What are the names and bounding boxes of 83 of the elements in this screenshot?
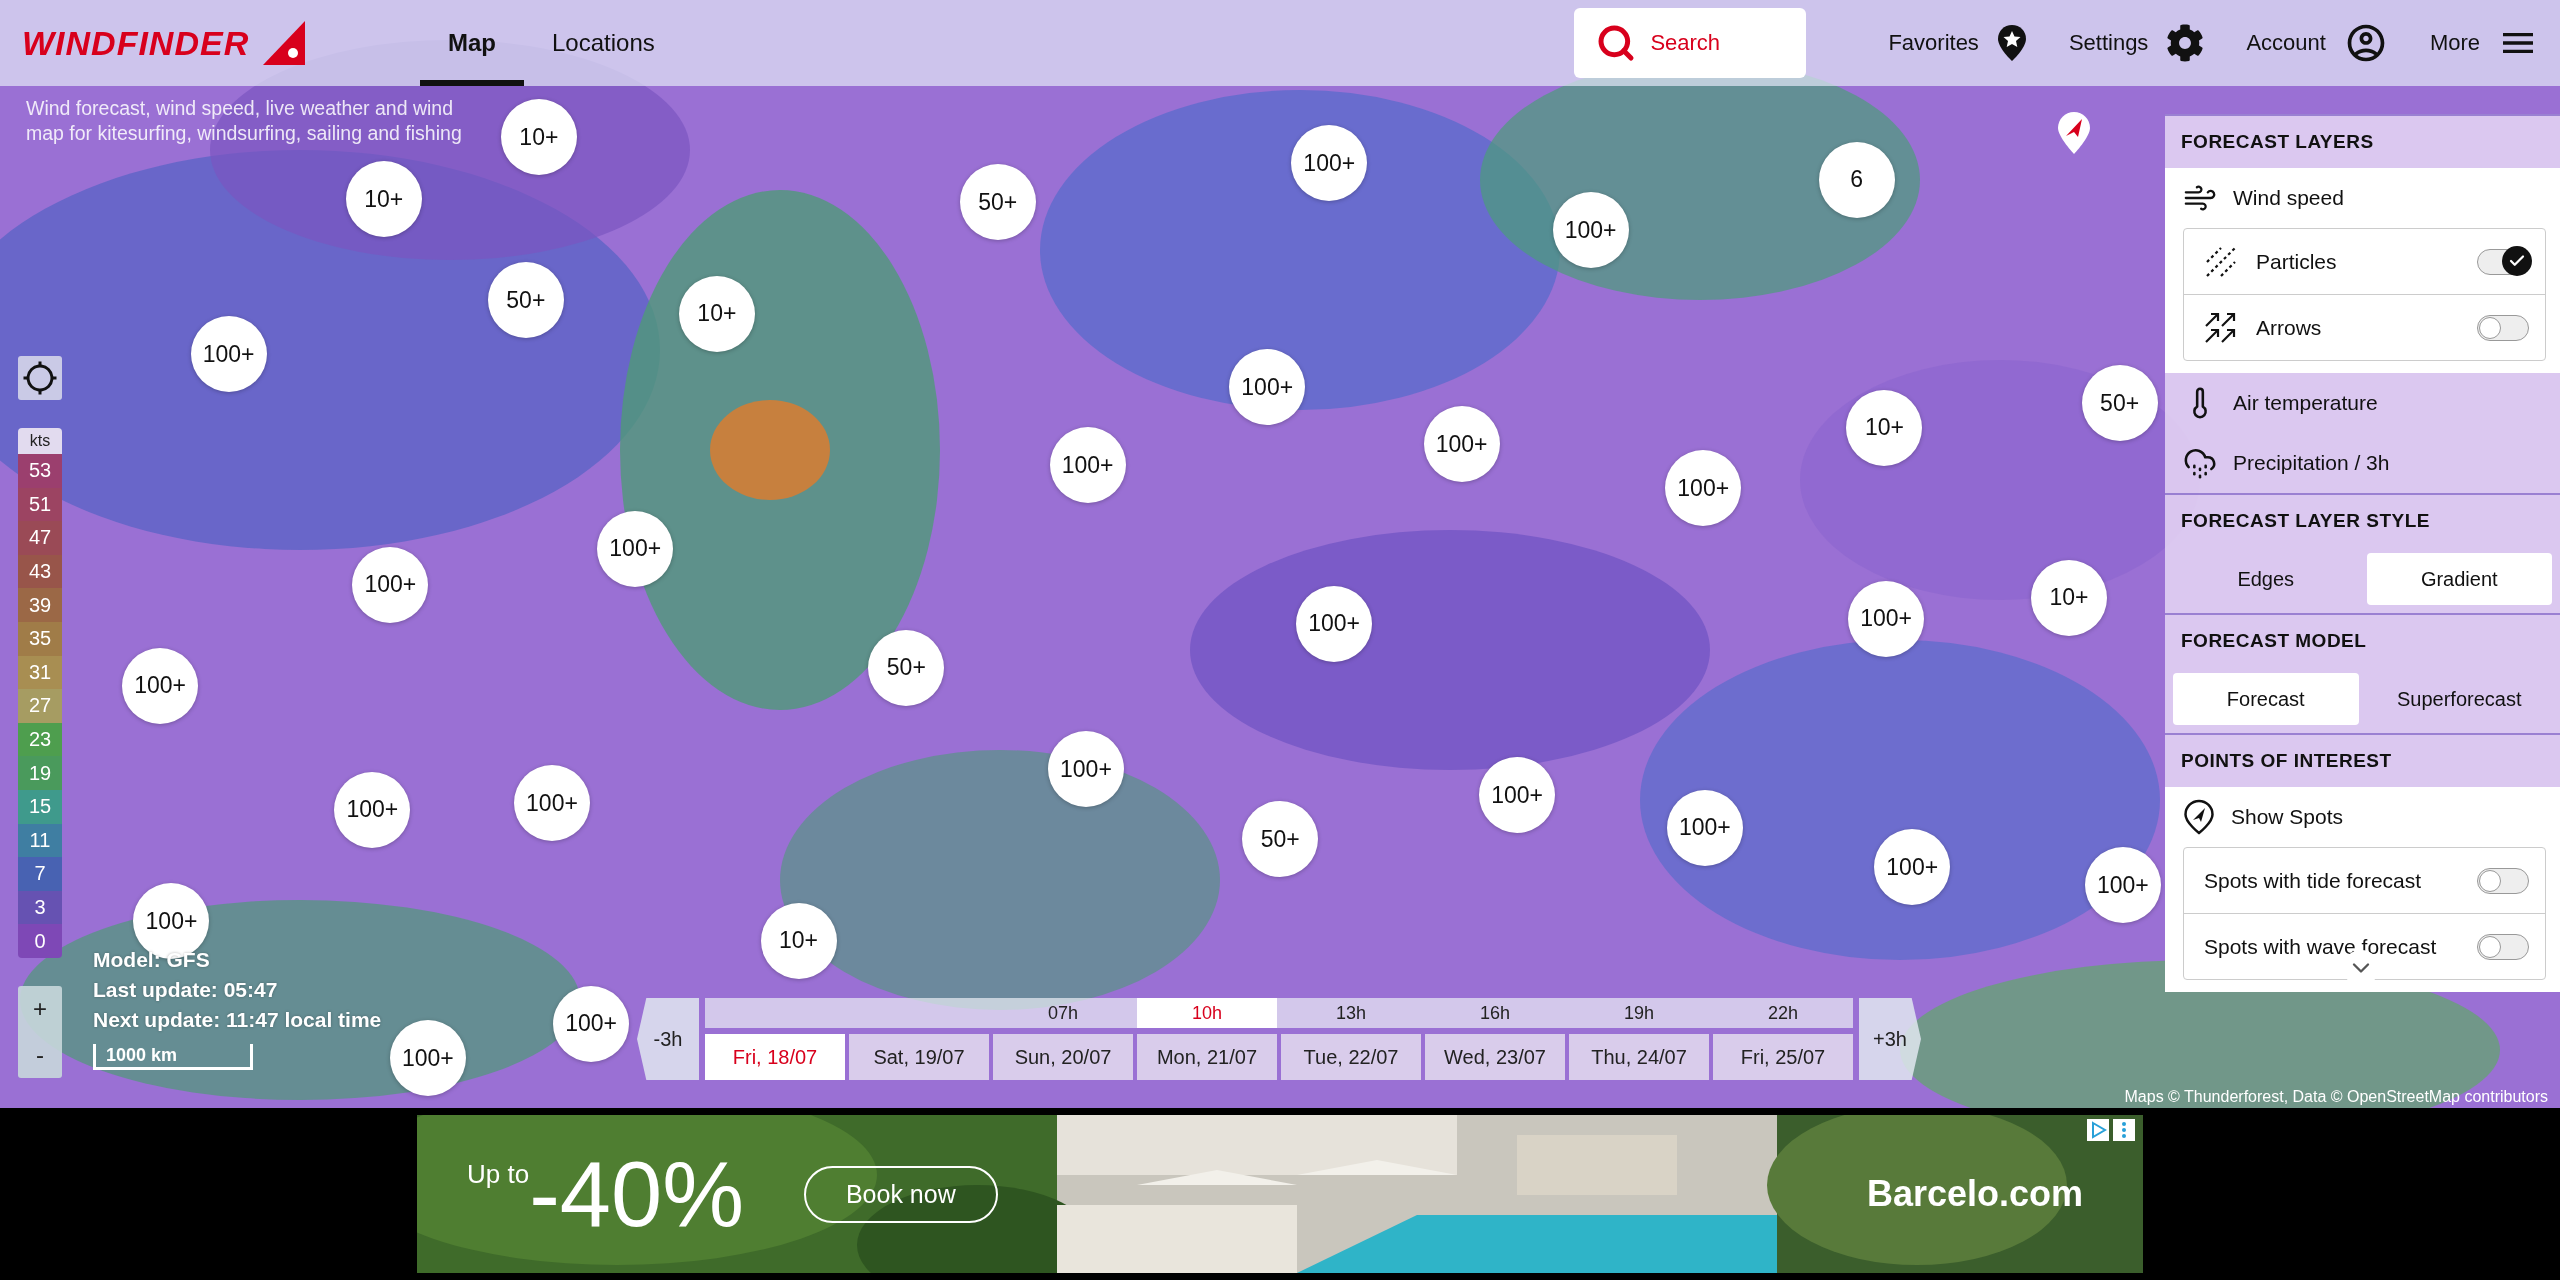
toggle-switch[interactable]	[2477, 314, 2529, 341]
section-heading: FORECAST LAYER STYLE	[2165, 493, 2560, 547]
layer-label: Air temperature	[2233, 391, 2378, 415]
layer-label: Show Spots	[2231, 805, 2344, 829]
header-link[interactable]: Account	[2246, 30, 2326, 56]
hour-tick[interactable]: 22h	[1713, 998, 1853, 1028]
legend-step: 53	[18, 454, 62, 488]
header-link[interactable]: Favorites	[1888, 30, 1979, 56]
legend-step: 43	[18, 554, 62, 589]
section-heading: FORECAST LAYERS	[2165, 114, 2560, 168]
search-button[interactable]: Search	[1574, 8, 1807, 78]
map-attribution: Maps © Thunderforest, Data © OpenStreetMap contributors	[2124, 1088, 2548, 1106]
hour-tick[interactable]: 07h	[993, 998, 1133, 1028]
layer-item[interactable]: Air temperature	[2165, 373, 2560, 433]
legend-step: 7	[18, 857, 62, 891]
layer-label: Wind speed	[2233, 186, 2344, 210]
toggle-switch[interactable]	[2477, 867, 2529, 894]
hour-tick[interactable]: 19h	[1569, 998, 1709, 1028]
particles-icon	[2204, 244, 2238, 279]
toggle-switch[interactable]	[2477, 933, 2529, 960]
map-description: Wind forecast, wind speed, live weather and wind map for kitesurfing, windsurfing, sailing and fishing	[26, 96, 463, 147]
layer-item[interactable]: Wind speed Particles Arrows	[2165, 168, 2560, 373]
legend-step: 23	[18, 722, 62, 757]
ad-discount: -40%	[529, 1141, 744, 1247]
legend-step: 0	[18, 924, 62, 958]
day-tab[interactable]: Fri, 25/07	[1713, 1034, 1853, 1080]
legend-unit: kts	[18, 428, 62, 454]
legend-step: 35	[18, 621, 62, 656]
day-tab[interactable]: Fri, 18/07	[705, 1034, 845, 1080]
step-back-button[interactable]: -3h	[637, 998, 699, 1080]
day-tab[interactable]: Thu, 24/07	[1569, 1034, 1709, 1080]
header-link[interactable]: Settings	[2068, 30, 2149, 56]
settings-icon	[2166, 24, 2205, 62]
option-label: Particles	[2256, 249, 2338, 274]
hour-tick[interactable]: 16h	[1425, 998, 1565, 1028]
hour-tick[interactable]: 10h	[1137, 998, 1277, 1028]
day-tab[interactable]: Tue, 22/07	[1281, 1034, 1421, 1080]
day-tab[interactable]: Wed, 23/07	[1425, 1034, 1565, 1080]
zoom-out-button[interactable]: -	[18, 1031, 62, 1078]
ad-brand: Barcelo.com	[1866, 1173, 2083, 1215]
ad-choices-icon	[2087, 1119, 2137, 1141]
zoom-in-button[interactable]: +	[18, 985, 62, 1032]
legend-step: 27	[18, 689, 62, 723]
model-info: Next update: 11:47 local time	[93, 1008, 382, 1032]
header-link[interactable]: More	[2429, 30, 2480, 56]
legend-step: 39	[18, 588, 62, 622]
model-info: Last update: 05:47	[93, 978, 279, 1002]
locate-button[interactable]	[18, 356, 62, 400]
legend-step: 51	[18, 487, 62, 522]
step-forward-button[interactable]: +3h	[1859, 998, 1921, 1080]
layer-item[interactable]: Precipitation / 3h	[2165, 433, 2560, 493]
hour-tick[interactable]: 13h	[1281, 998, 1421, 1028]
nav-tab[interactable]: Locations	[524, 0, 683, 86]
layer-label: Precipitation / 3h	[2233, 451, 2390, 475]
compass-pin-icon	[2055, 110, 2093, 156]
section-heading: FORECAST MODEL	[2165, 613, 2560, 667]
day-tab[interactable]: Mon, 21/07	[1137, 1034, 1277, 1080]
scale-bar: 1000 km	[93, 1044, 253, 1070]
option-label: Spots with wave forecast	[2204, 934, 2438, 959]
legend-step: 11	[18, 823, 62, 858]
segment-button[interactable]: Gradient	[2366, 553, 2552, 605]
option-label: Arrows	[2256, 315, 2323, 340]
legend-step: 47	[18, 521, 62, 555]
section-heading: POINTS OF INTEREST	[2165, 733, 2560, 787]
legend-step: 3	[18, 890, 62, 925]
star-pin-icon	[1996, 24, 2027, 62]
rain-cloud-icon	[2183, 446, 2217, 480]
layer-item[interactable]: Show Spots Spots with tide forecast Spots with wave forecast	[2165, 787, 2560, 992]
legend-step: 15	[18, 789, 62, 824]
nav-tab[interactable]: Map	[420, 0, 524, 86]
spot-pin-icon	[2183, 799, 2215, 835]
option-label: Spots with tide forecast	[2204, 868, 2423, 893]
book-now-link[interactable]: Book now	[803, 1165, 998, 1223]
legend-step: 31	[18, 655, 62, 690]
legend-step: 19	[18, 756, 62, 790]
segment-button[interactable]: Edges	[2173, 553, 2359, 605]
segment-button[interactable]: Forecast	[2173, 673, 2359, 725]
day-tab[interactable]: Sun, 20/07	[993, 1034, 1133, 1080]
arrows-icon	[2204, 310, 2238, 345]
ad-prefix: Up to	[467, 1158, 530, 1190]
day-tab[interactable]: Sat, 19/07	[849, 1034, 989, 1080]
segment-button[interactable]: Superforecast	[2366, 673, 2552, 725]
toggle-switch[interactable]	[2477, 248, 2529, 275]
